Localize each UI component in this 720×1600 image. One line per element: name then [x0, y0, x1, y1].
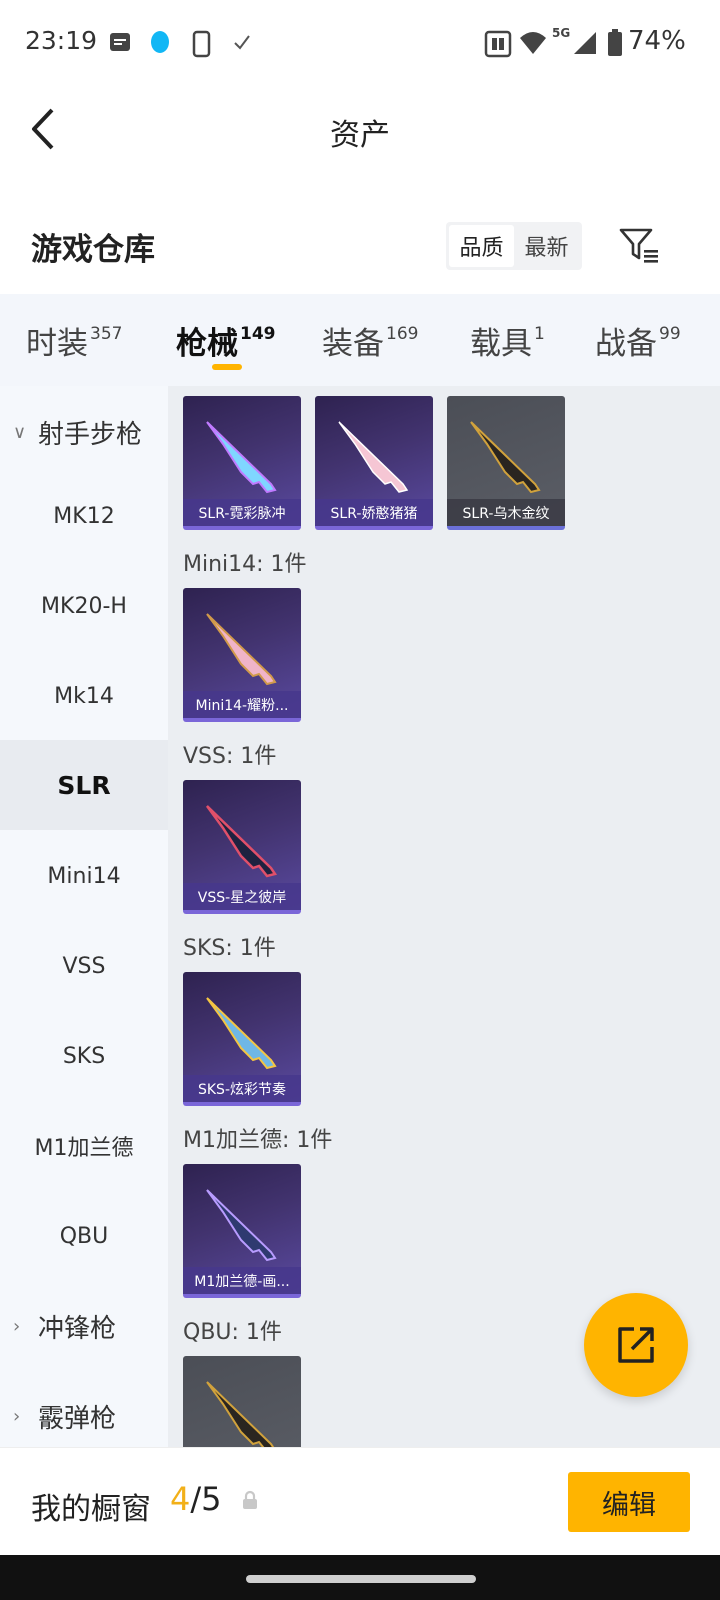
- group-label: VSS: 1件: [183, 744, 277, 769]
- group-label: SKS: 1件: [183, 936, 276, 961]
- battery-icon: [608, 29, 622, 56]
- item-name: VSS-星之彼岸: [183, 883, 301, 910]
- status-bar: 23:19 5G 74%: [0, 0, 720, 90]
- rifle-skin-image: [206, 421, 277, 494]
- group-label: Mini14: 1件: [183, 552, 307, 577]
- chevron-down-icon: ∨: [13, 421, 27, 443]
- section-title: 游戏仓库: [31, 232, 155, 268]
- battery-percent: 74%: [628, 26, 686, 56]
- showcase-bar: 我的橱窗 4/5 编辑: [0, 1447, 720, 1555]
- subcategory-sidebar: ∨ 射手步枪 MK12 MK20-H Mk14 SLR Mini14 VSS S…: [0, 386, 168, 1447]
- sort-toggle: 品质 最新: [446, 222, 582, 270]
- share-icon: [618, 1327, 654, 1363]
- tab-vehicles[interactable]: 载具 1: [470, 318, 545, 363]
- status-time: 23:19: [25, 26, 98, 55]
- check-icon: [234, 35, 250, 50]
- network-5g-label: 5G: [552, 26, 571, 40]
- category-tabs: 时装 357 枪械 149 装备 169 载具 1 战备 99: [0, 294, 720, 386]
- rifle-skin-image: [338, 421, 409, 493]
- chevron-right-icon: ›: [13, 1405, 21, 1427]
- phone-sync-icon: [192, 30, 211, 58]
- sidebar-item-mk12[interactable]: MK12: [0, 470, 168, 562]
- sidebar-group-shotgun[interactable]: › 霰弹枪: [0, 1370, 168, 1447]
- active-tab-indicator: [212, 364, 242, 370]
- signal-icon: [574, 32, 596, 54]
- showcase-count: 4/5: [170, 1480, 222, 1518]
- chevron-right-icon: ›: [13, 1315, 21, 1337]
- edit-button[interactable]: 编辑: [568, 1472, 690, 1532]
- sidebar-item-mini14[interactable]: Mini14: [0, 830, 168, 922]
- item-card[interactable]: SLR-乌木金纹: [447, 396, 565, 530]
- rifle-skin-image: [206, 1189, 277, 1262]
- sidebar-item-mk14[interactable]: Mk14: [0, 650, 168, 742]
- sidebar-group-marksman[interactable]: ∨ 射手步枪: [0, 386, 168, 478]
- showcase-label: 我的橱窗: [31, 1492, 151, 1527]
- rifle-skin-image: [206, 613, 277, 686]
- item-card[interactable]: M1加兰德-画...: [183, 1164, 301, 1298]
- home-gesture-handle[interactable]: [246, 1575, 476, 1583]
- item-card[interactable]: Mini14-耀粉...: [183, 588, 301, 722]
- filter-icon[interactable]: [618, 226, 662, 266]
- wifi-icon: [520, 32, 546, 54]
- item-card[interactable]: SKS-炫彩节奏: [183, 972, 301, 1106]
- group-label: QBU: 1件: [183, 1320, 282, 1345]
- item-card[interactable]: VSS-星之彼岸: [183, 780, 301, 914]
- lock-icon: [243, 1490, 257, 1509]
- item-name: M1加兰德-画...: [183, 1267, 301, 1294]
- nfc-icon: [484, 30, 512, 58]
- sidebar-item-vss[interactable]: VSS: [0, 920, 168, 1012]
- rifle-skin-image: [205, 805, 278, 878]
- item-name: SLR-霓彩脉冲: [183, 499, 301, 526]
- system-navigation-bar: [0, 1555, 720, 1600]
- group-label: M1加兰德: 1件: [183, 1128, 333, 1153]
- sort-quality-button[interactable]: 品质: [449, 225, 514, 267]
- sidebar-item-qbu[interactable]: QBU: [0, 1190, 168, 1282]
- rifle-skin-image: [470, 421, 541, 494]
- tab-equipment[interactable]: 装备 169: [322, 318, 418, 363]
- sidebar-item-sks[interactable]: SKS: [0, 1010, 168, 1102]
- sidebar-group-smg[interactable]: › 冲锋枪: [0, 1280, 168, 1372]
- page-title: 资产: [330, 118, 390, 153]
- item-name: SLR-乌木金纹: [447, 499, 565, 526]
- message-icon: [110, 33, 130, 51]
- qq-icon: [151, 31, 169, 53]
- rifle-skin-image: [206, 997, 277, 1070]
- sidebar-item-slr[interactable]: SLR: [0, 740, 168, 830]
- item-grid: SLR-霓彩脉冲 SLR-娇憨猪猪 SLR-乌木金纹 Mini14: 1件 Mi…: [168, 386, 720, 1447]
- tab-guns[interactable]: 枪械 149: [176, 318, 276, 363]
- tab-fashion[interactable]: 时装 357: [26, 318, 122, 363]
- item-card[interactable]: SLR-霓彩脉冲: [183, 396, 301, 530]
- item-name: SLR-娇憨猪猪: [315, 499, 433, 526]
- sort-latest-button[interactable]: 最新: [514, 225, 579, 267]
- share-button[interactable]: [584, 1293, 688, 1397]
- tab-supplies[interactable]: 战备 99: [595, 318, 681, 363]
- sidebar-item-m1garand[interactable]: M1加兰德: [0, 1100, 168, 1192]
- item-card[interactable]: SLR-娇憨猪猪: [315, 396, 433, 530]
- rifle-skin-image: [206, 1381, 275, 1447]
- sidebar-item-mk20h[interactable]: MK20-H: [0, 560, 168, 652]
- item-name: Mini14-耀粉...: [183, 691, 301, 718]
- item-card[interactable]: [183, 1356, 301, 1447]
- item-name: SKS-炫彩节奏: [183, 1075, 301, 1102]
